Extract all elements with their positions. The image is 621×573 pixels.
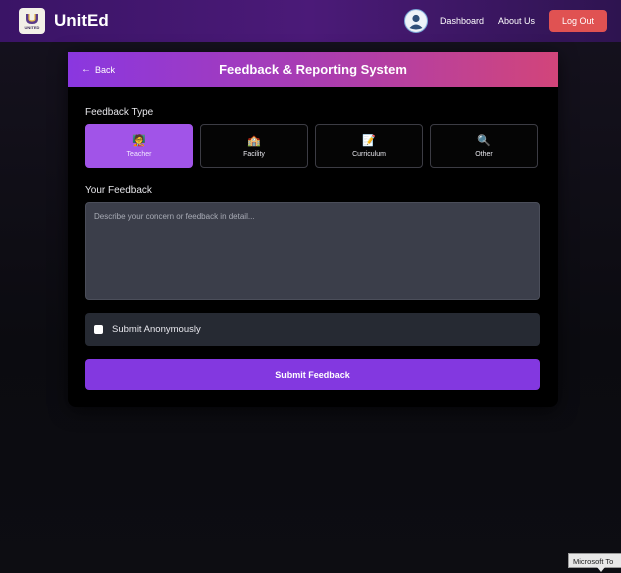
- your-feedback-label: Your Feedback: [85, 185, 152, 196]
- nav-link-about-us[interactable]: About Us: [498, 16, 535, 26]
- magnifier-icon: 🔍: [477, 134, 491, 147]
- type-option-facility[interactable]: 🏫 Facility: [200, 124, 308, 168]
- logo-text: UNITED: [24, 24, 40, 30]
- memo-icon: 📝: [362, 134, 376, 147]
- logo[interactable]: UNITED: [19, 8, 45, 34]
- type-option-label: Curriculum: [352, 150, 386, 158]
- nav-right: Dashboard About Us Log Out: [403, 9, 607, 33]
- submit-feedback-button[interactable]: Submit Feedback: [85, 359, 540, 390]
- anonymous-checkbox[interactable]: [94, 325, 103, 334]
- feedback-type-selector: 🧑‍🏫 Teacher 🏫 Facility 📝 Curriculum 🔍 Ot…: [85, 124, 538, 168]
- avatar[interactable]: [403, 9, 428, 33]
- type-option-curriculum[interactable]: 📝 Curriculum: [315, 124, 423, 168]
- tooltip-tail: [597, 567, 605, 572]
- logout-button[interactable]: Log Out: [549, 10, 607, 32]
- feedback-card: ← Back Feedback & Reporting System Feedb…: [68, 52, 558, 407]
- arrow-left-icon: ←: [81, 64, 91, 75]
- teacher-icon: 🧑‍🏫: [132, 134, 146, 147]
- brand-name[interactable]: UnitEd: [54, 11, 109, 31]
- nav-link-dashboard[interactable]: Dashboard: [440, 16, 484, 26]
- taskbar-tooltip: Microsoft To: [568, 553, 621, 568]
- type-option-label: Other: [475, 150, 493, 158]
- type-option-other[interactable]: 🔍 Other: [430, 124, 538, 168]
- logo-u-icon: [26, 13, 38, 24]
- back-label: Back: [95, 64, 116, 75]
- anonymous-option[interactable]: Submit Anonymously: [85, 313, 540, 346]
- type-option-label: Teacher: [126, 150, 152, 158]
- feedback-textarea[interactable]: [85, 202, 540, 300]
- user-icon: [405, 11, 426, 31]
- anonymous-label: Submit Anonymously: [112, 324, 201, 335]
- card-header: ← Back Feedback & Reporting System: [68, 52, 558, 87]
- top-navbar: UNITED UnitEd Dashboard About Us Log Out: [0, 0, 621, 42]
- back-button[interactable]: ← Back: [81, 64, 115, 75]
- type-option-teacher[interactable]: 🧑‍🏫 Teacher: [85, 124, 193, 168]
- school-icon: 🏫: [247, 134, 261, 147]
- page-title: Feedback & Reporting System: [219, 62, 407, 77]
- feedback-type-label: Feedback Type: [85, 107, 154, 118]
- type-option-label: Facility: [243, 150, 265, 158]
